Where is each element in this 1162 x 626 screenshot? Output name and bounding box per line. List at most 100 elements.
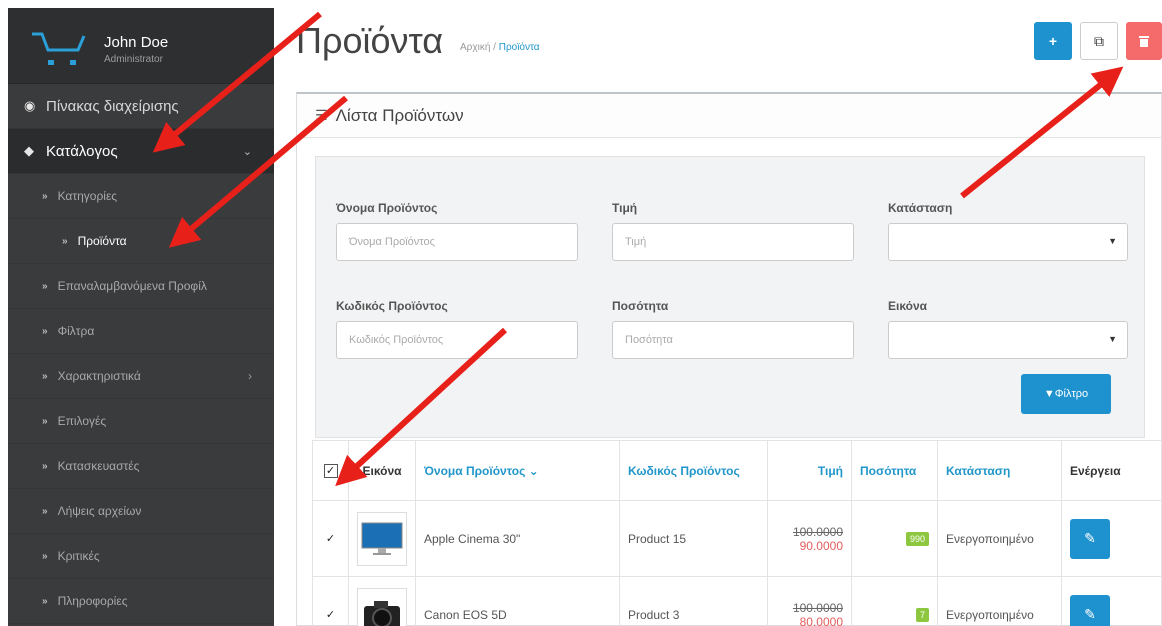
row-checkbox[interactable]: ✓: [324, 609, 338, 623]
nav-reviews-label: Κριτικές: [57, 549, 100, 563]
row-model: Product 15: [619, 500, 768, 577]
nav-attributes[interactable]: » Χαρακτηριστικά ›: [8, 354, 274, 399]
filter-image-select[interactable]: ▼: [888, 321, 1128, 359]
row-select-cell: ✓: [312, 500, 349, 577]
filter-model-label: Κωδικός Προϊόντος: [336, 299, 448, 313]
cart-logo-icon: [32, 32, 86, 65]
plus-icon: +: [1048, 33, 1058, 49]
nav-recurring-profiles[interactable]: » Επαναλαμβανόμενα Προφίλ: [8, 264, 274, 309]
chevron-right-icon: »: [42, 460, 48, 472]
col-image: Εικόνα: [348, 440, 416, 501]
sort-down-icon: ⌄: [528, 463, 539, 478]
nav-manufacturers-label: Κατασκευαστές: [57, 459, 140, 473]
user-role: Administrator: [104, 54, 163, 65]
nav-manufacturers[interactable]: » Κατασκευαστές: [8, 444, 274, 489]
nav-catalog[interactable]: ◆ Κατάλογος ⌄: [8, 129, 274, 174]
breadcrumb: Αρχική / Προϊόντα: [460, 42, 540, 53]
filter-quantity-label: Ποσότητα: [612, 299, 669, 313]
row-select-cell: ✓: [312, 576, 349, 626]
col-name-label: Όνομα Προϊόντος: [424, 463, 526, 478]
row-quantity: 990: [851, 500, 938, 577]
filter-button[interactable]: ▼ Φίλτρο: [1021, 374, 1111, 414]
list-icon: ☰: [315, 107, 328, 123]
edit-button[interactable]: ✎: [1070, 594, 1110, 626]
chevron-right-icon: »: [42, 415, 48, 427]
row-action: ✎: [1061, 500, 1162, 577]
chevron-right-icon: »: [42, 505, 48, 517]
sidebar-profile: John Doe Administrator: [8, 8, 274, 84]
page-title: Προϊόντα: [296, 20, 444, 61]
filter-button-label: Φίλτρο: [1054, 388, 1089, 400]
nav-categories-label: Κατηγορίες: [57, 189, 118, 203]
filter-icon: ▼: [1043, 388, 1055, 400]
row-price: 100.0000 90.0000: [767, 500, 852, 577]
row-image-cell: [348, 500, 416, 577]
nav-options-label: Επιλογές: [57, 414, 107, 428]
breadcrumb-home[interactable]: Αρχική: [460, 42, 490, 53]
select-all-cell: ✓: [312, 440, 349, 501]
copy-icon: ⧉: [1094, 32, 1104, 49]
nav-categories[interactable]: » Κατηγορίες: [8, 174, 274, 219]
nav-filters[interactable]: » Φίλτρα: [8, 309, 274, 354]
old-price: 100.0000: [792, 524, 843, 539]
select-arrow-icon: ▼: [1108, 334, 1117, 344]
filter-price-input[interactable]: Τιμή: [612, 223, 854, 261]
product-table: ✓ Εικόνα Όνομα Προϊόντος ⌄ Κωδικός Προϊό…: [312, 440, 1162, 626]
nav-filters-label: Φίλτρα: [57, 324, 95, 338]
pencil-icon: ✎: [1084, 606, 1096, 622]
col-price[interactable]: Τιμή: [767, 440, 852, 501]
filter-name-input[interactable]: Όνομα Προϊόντος: [336, 223, 578, 261]
chevron-right-icon: »: [42, 280, 48, 292]
camera-icon: [364, 600, 400, 626]
quantity-badge: 7: [915, 608, 929, 622]
col-status[interactable]: Κατάσταση: [937, 440, 1062, 501]
row-price: 100.0000 80.0000: [767, 576, 852, 626]
nav-attributes-label: Χαρακτηριστικά: [57, 369, 141, 383]
col-quantity[interactable]: Ποσότητα: [851, 440, 938, 501]
copy-product-button[interactable]: ⧉: [1080, 22, 1118, 60]
nav-reviews[interactable]: » Κριτικές: [8, 534, 274, 579]
sidebar: John Doe Administrator ◉ Πίνακας διαχείρ…: [8, 8, 274, 626]
pencil-icon: ✎: [1084, 530, 1096, 546]
nav-catalog-label: Κατάλογος: [46, 142, 118, 160]
panel-title: Λίστα Προϊόντων: [335, 105, 464, 125]
chevron-right-icon: »: [42, 595, 48, 607]
nav-information-label: Πληροφορίες: [57, 594, 128, 608]
row-status: Ενεργοποιημένο: [937, 500, 1062, 577]
col-model[interactable]: Κωδικός Προϊόντος: [619, 440, 768, 501]
nav-products[interactable]: » Προϊόντα: [8, 219, 274, 264]
caret-right-icon: ›: [248, 369, 252, 383]
user-name[interactable]: John Doe: [104, 34, 168, 51]
trash-icon: [1139, 36, 1149, 47]
filter-model-input[interactable]: Κωδικός Προϊόντος: [336, 321, 578, 359]
quantity-badge: 990: [905, 532, 929, 546]
breadcrumb-separator: /: [493, 42, 496, 53]
row-action: ✎: [1061, 576, 1162, 626]
special-price: 90.0000: [799, 538, 843, 553]
nav-downloads-label: Λήψεις αρχείων: [57, 504, 142, 518]
row-model: Product 3: [619, 576, 768, 626]
add-product-button[interactable]: +: [1034, 22, 1072, 60]
nav-options[interactable]: » Επιλογές: [8, 399, 274, 444]
col-action: Ενέργεια: [1061, 440, 1162, 501]
nav-downloads[interactable]: » Λήψεις αρχείων: [8, 489, 274, 534]
row-checkbox[interactable]: ✓: [324, 533, 338, 547]
nav-dashboard[interactable]: ◉ Πίνακας διαχείρισης: [8, 84, 274, 129]
select-arrow-icon: ▼: [1108, 236, 1117, 246]
select-all-checkbox[interactable]: ✓: [323, 464, 338, 478]
panel-heading: ☰ Λίστα Προϊόντων: [297, 94, 1161, 138]
row-quantity: 7: [851, 576, 938, 626]
nav-information[interactable]: » Πληροφορίες: [8, 579, 274, 624]
col-name[interactable]: Όνομα Προϊόντος ⌄: [415, 440, 620, 501]
edit-button[interactable]: ✎: [1070, 518, 1110, 559]
dashboard-icon: ◉: [24, 98, 36, 113]
row-status: Ενεργοποιημένο: [937, 576, 1062, 626]
table-row: ✓ Apple Cinema 30" Product 15 100.0000 9…: [312, 500, 1162, 577]
row-name: Apple Cinema 30": [415, 500, 620, 577]
filter-price-label: Τιμή: [612, 201, 638, 215]
filter-quantity-input[interactable]: Ποσότητα: [612, 321, 854, 359]
chevron-right-icon: »: [62, 235, 68, 247]
breadcrumb-current[interactable]: Προϊόντα: [499, 42, 540, 53]
filter-status-select[interactable]: ▼: [888, 223, 1128, 261]
delete-product-button[interactable]: [1126, 22, 1162, 60]
